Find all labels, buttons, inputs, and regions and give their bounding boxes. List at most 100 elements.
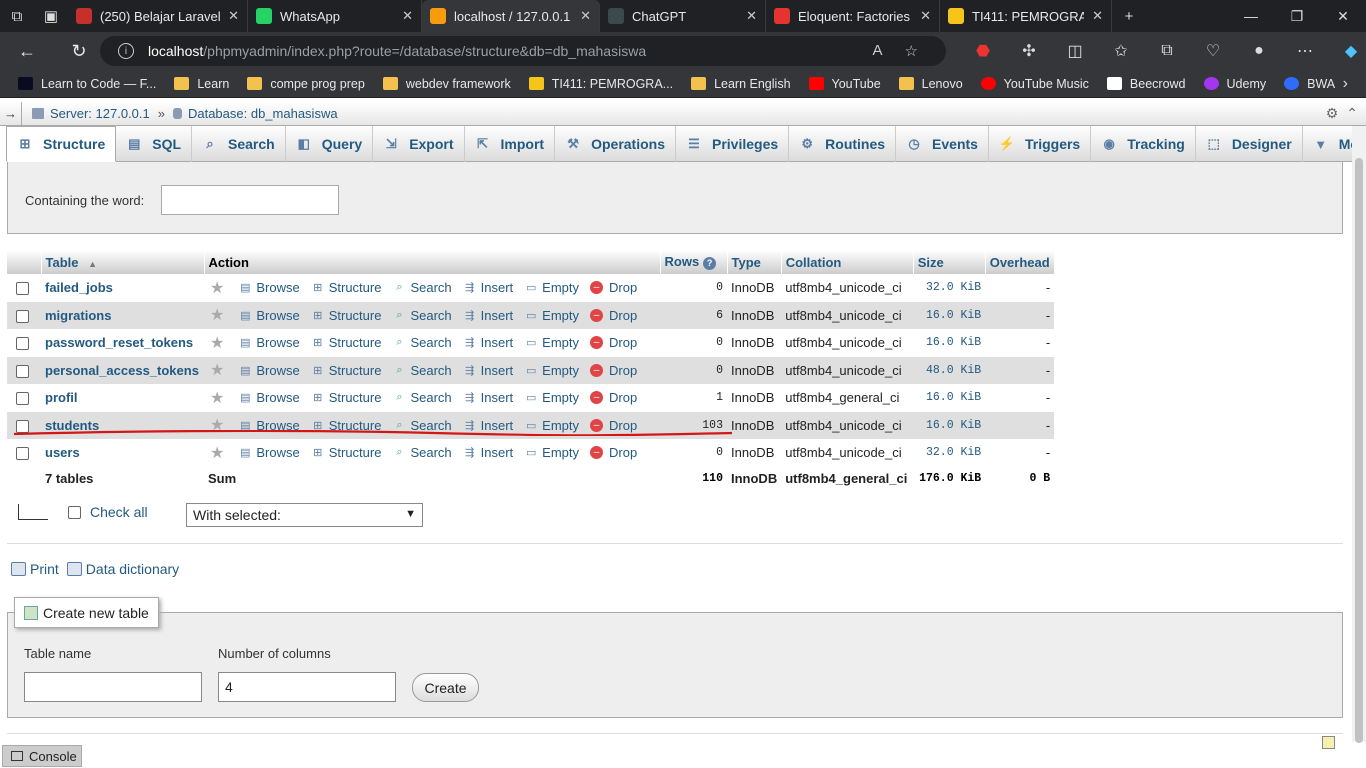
bookmark-item[interactable]: YouTube Music — [980, 77, 1089, 91]
close-tab-icon[interactable]: ✕ — [402, 8, 413, 24]
bookmark-item[interactable]: Beecrowd — [1106, 77, 1186, 91]
new-tab-button[interactable]: + — [1112, 0, 1146, 32]
table-name-input[interactable] — [24, 672, 202, 702]
browse-link[interactable]: ▤ Browse — [238, 308, 300, 323]
browse-link[interactable]: ▤ Browse — [238, 445, 300, 460]
close-window-icon[interactable]: ✕ — [1320, 0, 1366, 32]
tab-query[interactable]: ◧ Query — [286, 126, 374, 162]
header-overhead[interactable]: Overhead — [985, 250, 1055, 274]
adblock-icon[interactable]: ⬣ — [960, 41, 1006, 61]
empty-link[interactable]: ▭ Empty — [524, 280, 579, 295]
minimize-icon[interactable]: — — [1228, 0, 1274, 32]
header-table[interactable]: Table ▲ — [41, 250, 205, 274]
tab-designer[interactable]: ⬚ Designer — [1196, 126, 1303, 162]
empty-link[interactable]: ▭ Empty — [524, 363, 579, 378]
bookmark-item[interactable]: Learn to Code — F... — [18, 77, 156, 91]
empty-link[interactable]: ▭ Empty — [524, 390, 579, 405]
url-field[interactable]: i localhost/phpmyadmin/index.php?route=/… — [100, 36, 946, 66]
search-link[interactable]: ⌕ Search — [392, 308, 451, 323]
table-name-link[interactable]: failed_jobs — [45, 280, 113, 295]
browser-tab[interactable]: Eloquent: Factories - ✕ — [766, 0, 940, 32]
site-info-icon[interactable]: i — [118, 43, 134, 59]
drop-link[interactable]: – Drop — [590, 335, 637, 350]
structure-link[interactable]: ⊞ Structure — [311, 308, 381, 323]
favorite-star-icon[interactable]: ★ — [210, 305, 224, 325]
bookmarks-more-icon[interactable]: › — [1343, 75, 1348, 93]
table-name-link[interactable]: personal_access_tokens — [45, 363, 199, 378]
data-dictionary-link[interactable]: Data dictionary — [86, 561, 179, 577]
structure-link[interactable]: ⊞ Structure — [311, 335, 381, 350]
browser-tab[interactable]: TI411: PEMROGRAMA ✕ — [940, 0, 1112, 32]
table-name-link[interactable]: password_reset_tokens — [45, 335, 193, 350]
close-tab-icon[interactable]: ✕ — [746, 8, 757, 24]
search-link[interactable]: ⌕ Search — [392, 390, 451, 405]
tab-routines[interactable]: ⚙ Routines — [789, 126, 897, 162]
bookmark-item[interactable]: Learn — [174, 77, 229, 91]
restore-icon[interactable]: ❐ — [1274, 0, 1320, 32]
read-aloud-icon[interactable]: A — [873, 42, 883, 60]
table-name-link[interactable]: migrations — [45, 308, 111, 323]
insert-link[interactable]: ⇶ Insert — [463, 363, 513, 378]
row-checkbox[interactable] — [16, 309, 29, 323]
drop-link[interactable]: – Drop — [590, 363, 637, 378]
header-rows[interactable]: Rows? — [660, 250, 728, 274]
copilot-icon[interactable]: ◆ — [1328, 41, 1366, 61]
browse-link[interactable]: ▤ Browse — [238, 363, 300, 378]
tab-events[interactable]: ◷ Events — [896, 126, 989, 162]
bookmark-item[interactable]: YouTube — [808, 77, 881, 91]
table-name-link[interactable]: profil — [45, 390, 78, 405]
insert-link[interactable]: ⇶ Insert — [463, 308, 513, 323]
tab-privileges[interactable]: ☰ Privileges — [676, 126, 790, 162]
browse-link[interactable]: ▤ Browse — [238, 335, 300, 350]
split-screen-icon[interactable]: ◫ — [1052, 41, 1098, 61]
search-link[interactable]: ⌕ Search — [392, 363, 451, 378]
structure-link[interactable]: ⊞ Structure — [311, 445, 381, 460]
size-cell[interactable]: 16.0 KiB — [913, 329, 986, 357]
close-tab-icon[interactable]: ✕ — [920, 8, 931, 24]
row-checkbox[interactable] — [16, 282, 29, 296]
tab-search[interactable]: ⌕ Search — [192, 126, 286, 162]
performance-icon[interactable]: ♡ — [1190, 41, 1236, 61]
insert-link[interactable]: ⇶ Insert — [463, 445, 513, 460]
tab-actions-icon[interactable]: ▣ — [34, 0, 68, 32]
structure-link[interactable]: ⊞ Structure — [311, 280, 381, 295]
header-type[interactable]: Type — [727, 250, 782, 274]
bookmark-item[interactable]: compe prog prep — [247, 77, 365, 91]
favorite-star-icon[interactable]: ★ — [210, 360, 224, 380]
favorite-star-icon[interactable]: ★ — [210, 443, 224, 463]
tab-sql[interactable]: ▤ SQL — [116, 126, 193, 162]
back-icon[interactable]: ← — [8, 32, 46, 70]
row-checkbox[interactable] — [16, 447, 29, 461]
print-link[interactable]: Print — [30, 561, 59, 577]
bookmark-item[interactable]: TI411: PEMROGRA... — [528, 77, 673, 91]
drop-link[interactable]: – Drop — [590, 280, 637, 295]
close-tab-icon[interactable]: ✕ — [1092, 8, 1103, 24]
bookmark-item[interactable]: webdev framework — [382, 77, 511, 91]
favorite-star-icon[interactable]: ★ — [210, 333, 224, 353]
close-tab-icon[interactable]: ✕ — [580, 8, 591, 24]
bookmark-item[interactable]: Lenovo — [898, 77, 963, 91]
settings-menu-icon[interactable]: ⋯ — [1282, 41, 1328, 61]
header-size[interactable]: Size — [913, 250, 986, 274]
search-link[interactable]: ⌕ Search — [392, 280, 451, 295]
row-checkbox[interactable] — [16, 392, 29, 406]
check-all-label[interactable]: Check all — [90, 504, 148, 520]
columns-input[interactable]: 4 — [218, 672, 396, 702]
size-cell[interactable]: 32.0 KiB — [913, 274, 986, 302]
note-icon[interactable] — [1322, 736, 1335, 749]
bookmark-item[interactable]: Udemy — [1203, 77, 1266, 91]
drop-link[interactable]: – Drop — [590, 390, 637, 405]
drop-link[interactable]: – Drop — [590, 308, 637, 323]
collapse-nav-icon[interactable]: → — [0, 101, 22, 126]
structure-link[interactable]: ⊞ Structure — [311, 390, 381, 405]
scrollbar-thumb[interactable] — [1355, 158, 1363, 743]
collapse-top-icon[interactable]: ⌃ — [1346, 105, 1358, 122]
table-name-link[interactable]: users — [45, 445, 80, 460]
structure-link[interactable]: ⊞ Structure — [311, 363, 381, 378]
size-cell[interactable]: 16.0 KiB — [913, 411, 986, 439]
search-link[interactable]: ⌕ Search — [392, 445, 451, 460]
tab-triggers[interactable]: ⚡ Triggers — [989, 126, 1092, 162]
bookmark-item[interactable]: Learn English — [691, 77, 791, 91]
insert-link[interactable]: ⇶ Insert — [463, 280, 513, 295]
insert-link[interactable]: ⇶ Insert — [463, 335, 513, 350]
